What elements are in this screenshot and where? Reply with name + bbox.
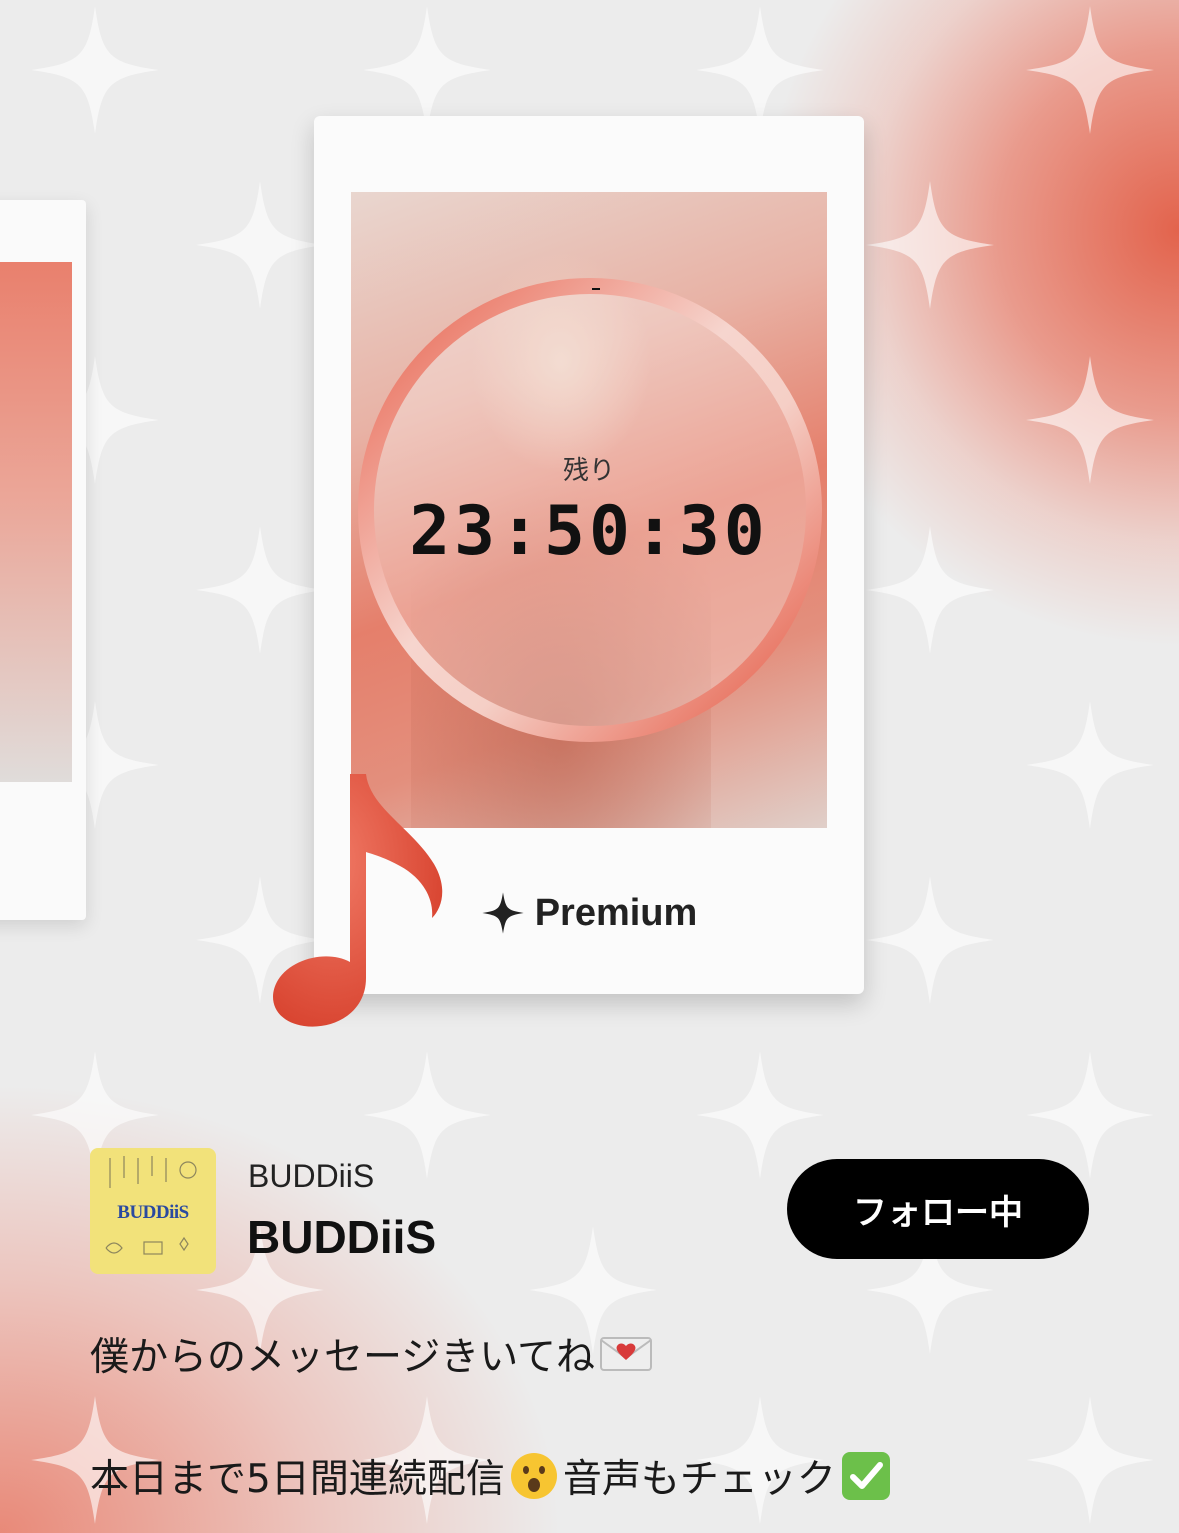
caption-text-1: 僕からのメッセージきいてね	[90, 1335, 596, 1380]
ring-progress-marker	[592, 288, 600, 290]
caption-text-2a: 本日まで5日間連続配信	[90, 1457, 505, 1502]
artist-account-label: BUDDiiS	[248, 1158, 375, 1194]
caption-line-2: 本日まで5日間連続配信 音声もチェック	[90, 1448, 892, 1504]
previous-card[interactable]	[0, 200, 86, 920]
musical-note-icon	[273, 774, 443, 1027]
caption-text-2b: 音声もチェック	[562, 1457, 836, 1502]
surprised-face-emoji	[510, 1453, 557, 1499]
previous-card-photo	[0, 262, 72, 782]
sparkle-star-icon	[482, 892, 524, 934]
caption-line-1: 僕からのメッセージきいてね	[90, 1326, 653, 1382]
avatar-logo-text: BUDDiiS	[117, 1202, 189, 1223]
card-photo: 残り 23:50:30	[351, 192, 827, 828]
premium-label: Premium	[534, 891, 698, 934]
artist-row: BUDDiiS BUDDiiS BUDDiiS フォロー中	[90, 1148, 1090, 1278]
artist-avatar[interactable]: BUDDiiS	[90, 1148, 216, 1274]
timer-label: 残り	[562, 456, 615, 486]
check-mark-button-emoji	[841, 1452, 890, 1500]
countdown-timer: 23:50:30	[409, 492, 769, 571]
love-letter-emoji	[600, 1337, 653, 1371]
artist-name[interactable]: BUDDiiS	[247, 1210, 436, 1264]
follow-button[interactable]: フォロー中	[787, 1159, 1089, 1259]
